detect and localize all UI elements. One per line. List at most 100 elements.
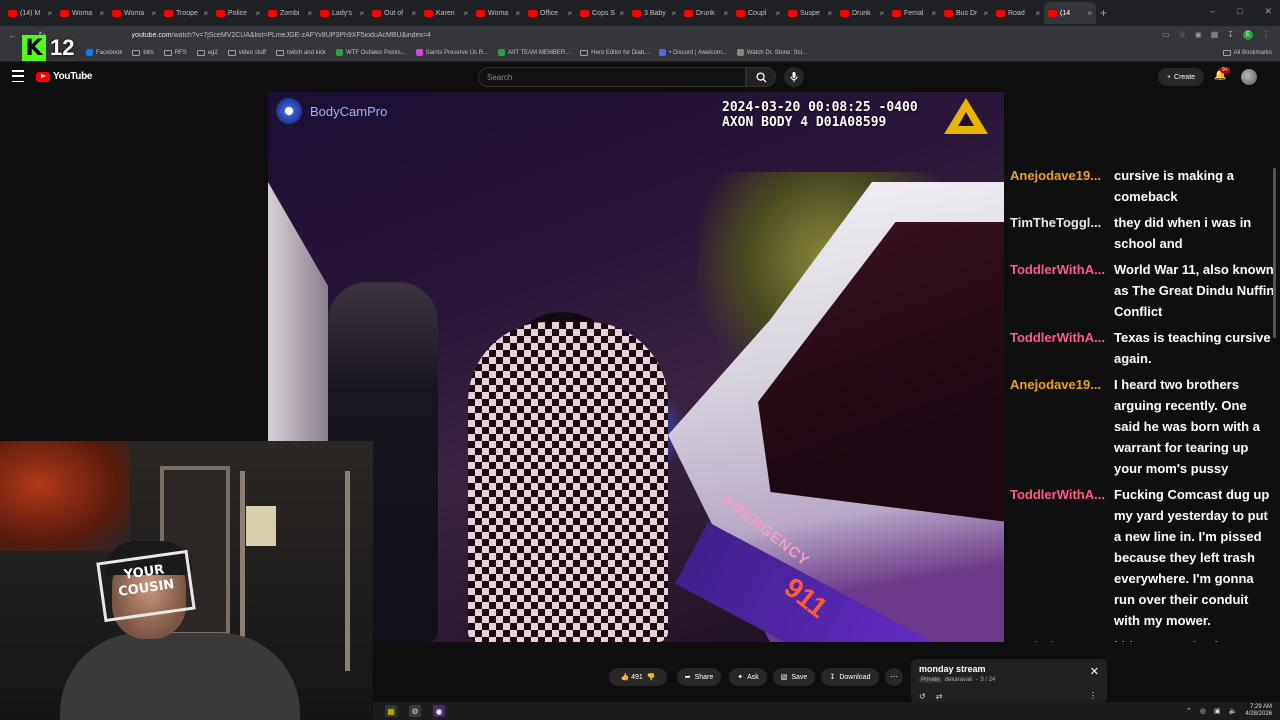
browser-tab[interactable]: Drunk × [836, 2, 888, 24]
page-scrollbar[interactable] [1273, 168, 1276, 338]
install-icon[interactable]: ▭ [1162, 30, 1170, 40]
tab-close-icon[interactable]: × [515, 9, 520, 18]
youtube-logo[interactable]: YouTube [36, 71, 93, 82]
shuffle-icon[interactable]: ⇄ [936, 692, 943, 701]
menu-kebab-icon[interactable]: ⋮ [1262, 30, 1270, 40]
taskbar-app-icon[interactable]: ▦ [385, 705, 397, 717]
tray-mic-icon[interactable]: ◎ [1200, 707, 1206, 715]
tab-close-icon[interactable]: × [203, 9, 208, 18]
address-bar[interactable]: youtube.com/watch?v=7jSceMV2CUA&list=PLm… [132, 32, 1156, 39]
create-button[interactable]: + Create [1158, 68, 1204, 86]
tab-close-icon[interactable]: × [983, 9, 988, 18]
bookmark-item[interactable]: twitch and kick [275, 49, 326, 56]
tab-close-icon[interactable]: × [1035, 9, 1040, 18]
browser-tab[interactable]: Road × [992, 2, 1044, 24]
tab-close-icon[interactable]: × [359, 9, 364, 18]
search-input[interactable]: Search [478, 67, 746, 87]
browser-tab[interactable]: Out of × [368, 2, 420, 24]
bookmark-item[interactable]: RFS [163, 49, 187, 56]
browser-tab[interactable]: Femal × [888, 2, 940, 24]
tab-close-icon[interactable]: × [99, 9, 104, 18]
bookmark-item[interactable]: WTF Outlaws Points... [335, 49, 406, 56]
browser-tab[interactable]: Zombi × [264, 2, 316, 24]
tab-close-icon[interactable]: × [879, 9, 884, 18]
bookmark-star-icon[interactable]: ☆ [1179, 30, 1186, 40]
video-player[interactable]: EMERGENCY 911 BodyCamPro 2024-03-20 00:0… [268, 92, 1004, 642]
browser-tab[interactable]: Drunk × [680, 2, 732, 24]
back-icon[interactable]: ← [8, 30, 17, 40]
tray-chevron-icon[interactable]: ⌃ [1186, 707, 1192, 715]
browser-tab[interactable]: Troope × [160, 2, 212, 24]
ask-button[interactable]: ✦ Ask [729, 668, 767, 686]
browser-tab[interactable]: Coupl × [732, 2, 784, 24]
maximize-icon[interactable]: □ [1237, 6, 1242, 17]
bookmark-item[interactable]: bills [132, 49, 154, 56]
browser-tab[interactable]: (14 × [1044, 2, 1096, 24]
tab-close-icon[interactable]: × [671, 9, 676, 18]
search-button[interactable] [746, 67, 776, 87]
tab-close-icon[interactable]: × [723, 9, 728, 18]
tab-close-icon[interactable]: × [827, 9, 832, 18]
share-button[interactable]: ➦ Share [677, 668, 721, 686]
browser-tab[interactable]: Woma × [472, 2, 524, 24]
bookmark-item[interactable]: Watch Dr. Stone: Sci... [736, 49, 807, 56]
youtube-favicon-icon [996, 9, 1005, 17]
taskbar-settings-icon[interactable]: ⚙ [409, 705, 421, 717]
taskbar-obs-icon[interactable]: ◉ [433, 705, 445, 717]
tab-close-icon[interactable]: × [151, 9, 156, 18]
voice-search-button[interactable] [784, 67, 804, 87]
window-close-icon[interactable]: ✕ [1264, 6, 1272, 17]
tab-close-icon[interactable]: × [619, 9, 624, 18]
tab-close-icon[interactable]: × [47, 9, 52, 18]
browser-tab[interactable]: (14) M × [4, 2, 56, 24]
minimize-icon[interactable]: – [1210, 6, 1215, 17]
close-icon[interactable]: ✕ [1090, 665, 1099, 678]
download-icon[interactable]: ↧ [1227, 30, 1234, 40]
bookmark-item[interactable]: AIIT TEAM MEMBER... [498, 49, 570, 56]
browser-tab[interactable]: Woma × [108, 2, 160, 24]
like-button[interactable]: 👍 491 [620, 673, 642, 681]
browser-tab[interactable]: Cops S × [576, 2, 628, 24]
all-bookmarks-button[interactable]: All Bookmarks [1222, 49, 1272, 56]
tab-close-icon[interactable]: × [411, 9, 416, 18]
hamburger-menu-icon[interactable] [12, 70, 24, 82]
tab-close-icon[interactable]: × [567, 9, 572, 18]
loop-icon[interactable]: ↺ [919, 692, 926, 701]
tab-close-icon[interactable]: × [307, 9, 312, 18]
new-tab-button[interactable]: + [1100, 6, 1107, 20]
more-actions-button[interactable]: ⋯ [885, 668, 903, 686]
youtube-favicon-icon [112, 9, 121, 17]
save-button[interactable]: ▧ Save [773, 668, 815, 686]
browser-tab[interactable]: Karen × [420, 2, 472, 24]
bookmark-item[interactable]: Hero Editor for Diab... [580, 49, 649, 56]
tray-network-icon[interactable]: ▣ [1214, 707, 1221, 715]
dislike-icon[interactable]: 👎 [647, 673, 656, 681]
bookmark-item[interactable]: Saints Preserve Us R... [415, 49, 488, 56]
extension-icon[interactable]: ◉ [1195, 30, 1202, 40]
tab-close-icon[interactable]: × [775, 9, 780, 18]
bookmark-item[interactable]: video stuff [227, 49, 266, 56]
tab-close-icon[interactable]: × [463, 9, 468, 18]
playlist-mini-panel[interactable]: monday stream Private dekaravak - 3 / 24… [911, 659, 1107, 703]
tray-volume-icon[interactable]: 🔈 [1229, 707, 1238, 715]
browser-tab[interactable]: 3 Baby × [628, 2, 680, 24]
bookmark-item[interactable]: • Discord | #welcom... [659, 49, 727, 56]
download-button[interactable]: ↧ Download [821, 668, 879, 686]
browser-tab[interactable]: Police × [212, 2, 264, 24]
browser-tab[interactable]: Bus Dr × [940, 2, 992, 24]
tab-close-icon[interactable]: × [1087, 9, 1092, 18]
browser-tab[interactable]: Lady's × [316, 2, 368, 24]
browser-tab[interactable]: Office × [524, 2, 576, 24]
notifications-button[interactable]: 🔔 9+ [1214, 67, 1230, 81]
system-clock[interactable]: 7:29 AM 4/28/2026 [1245, 704, 1272, 718]
account-avatar[interactable] [1241, 69, 1257, 85]
playlist-more-icon[interactable]: ⋮ [1089, 691, 1097, 700]
profile-avatar[interactable]: E [1243, 30, 1253, 40]
browser-tab[interactable]: Woma × [56, 2, 108, 24]
puzzle-icon[interactable]: ▦ [1211, 30, 1219, 40]
tab-close-icon[interactable]: × [931, 9, 936, 18]
bookmark-item[interactable]: eg2 [196, 49, 218, 56]
bookmark-item[interactable]: Facebook [86, 49, 122, 56]
browser-tab[interactable]: Suspe × [784, 2, 836, 24]
tab-close-icon[interactable]: × [255, 9, 260, 18]
